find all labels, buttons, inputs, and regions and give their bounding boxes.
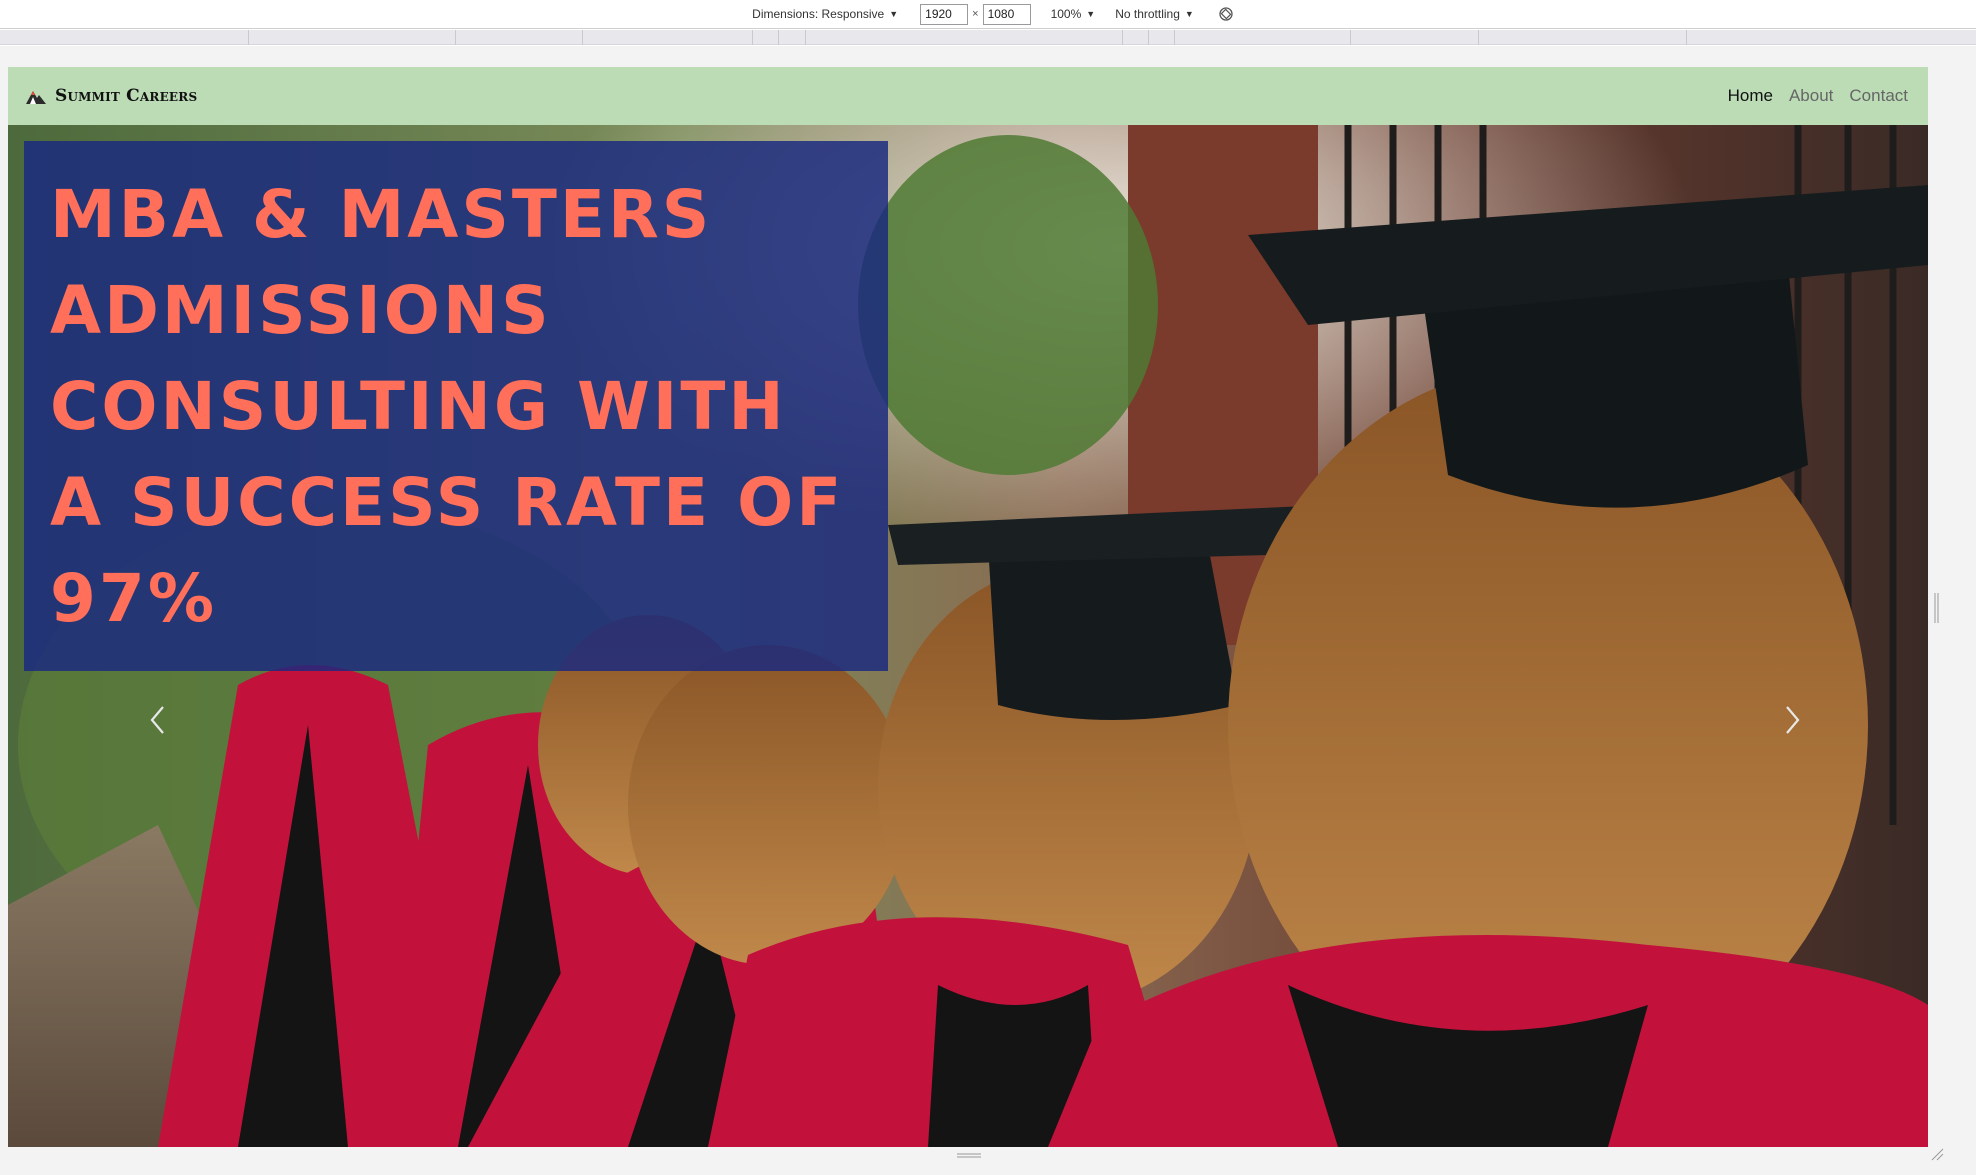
nav-link-about[interactable]: About (1789, 86, 1833, 106)
height-input[interactable] (982, 3, 1031, 25)
throttling-label: No throttling (1115, 7, 1180, 21)
dropdown-arrow-icon: ▼ (1086, 9, 1096, 19)
viewport-corner-resize-handle[interactable] (1930, 1147, 1944, 1161)
dimensions-dropdown[interactable]: Dimensions: Responsive ▼ (752, 7, 898, 21)
hero-headline: MBA & Masters Admissions Consulting with… (50, 176, 845, 637)
chevron-right-icon (1786, 706, 1800, 734)
devtools-device-toolbar: Dimensions: Responsive ▼ × 100% ▼ No thr… (0, 0, 1976, 29)
chevron-left-icon (150, 706, 164, 734)
dropdown-arrow-icon: ▼ (889, 9, 899, 19)
carousel-next-button[interactable] (1772, 695, 1812, 745)
zoom-dropdown[interactable]: 100% ▼ (1051, 7, 1096, 21)
dropdown-arrow-icon: ▼ (1184, 9, 1194, 19)
hero-carousel: MBA & Masters Admissions Consulting with… (8, 125, 1928, 1147)
nav-link-home[interactable]: Home (1728, 86, 1773, 106)
viewport-bottom-resize-handle[interactable] (957, 1152, 981, 1160)
page-viewport: Summit Careers Home About Contact MBA & … (8, 67, 1928, 1147)
rotate-icon[interactable] (1218, 6, 1234, 22)
media-query-ruler[interactable] (0, 30, 1976, 45)
nav-link-contact[interactable]: Contact (1849, 86, 1908, 106)
headline-box: MBA & Masters Admissions Consulting with… (24, 141, 888, 671)
navbar: Summit Careers Home About Contact (8, 67, 1928, 125)
nav-links: Home About Contact (1712, 86, 1908, 106)
brand[interactable]: Summit Careers (26, 86, 197, 106)
mountain-logo-icon (26, 91, 46, 104)
carousel-prev-button[interactable] (138, 695, 178, 745)
width-input[interactable] (920, 3, 969, 25)
times-sign: × (972, 8, 979, 20)
zoom-label: 100% (1050, 7, 1082, 21)
viewport-right-resize-handle[interactable] (1934, 593, 1940, 623)
brand-name: Summit Careers (55, 86, 198, 106)
throttling-dropdown[interactable]: No throttling ▼ (1115, 7, 1194, 21)
dimensions-label: Dimensions: Responsive (752, 7, 885, 21)
